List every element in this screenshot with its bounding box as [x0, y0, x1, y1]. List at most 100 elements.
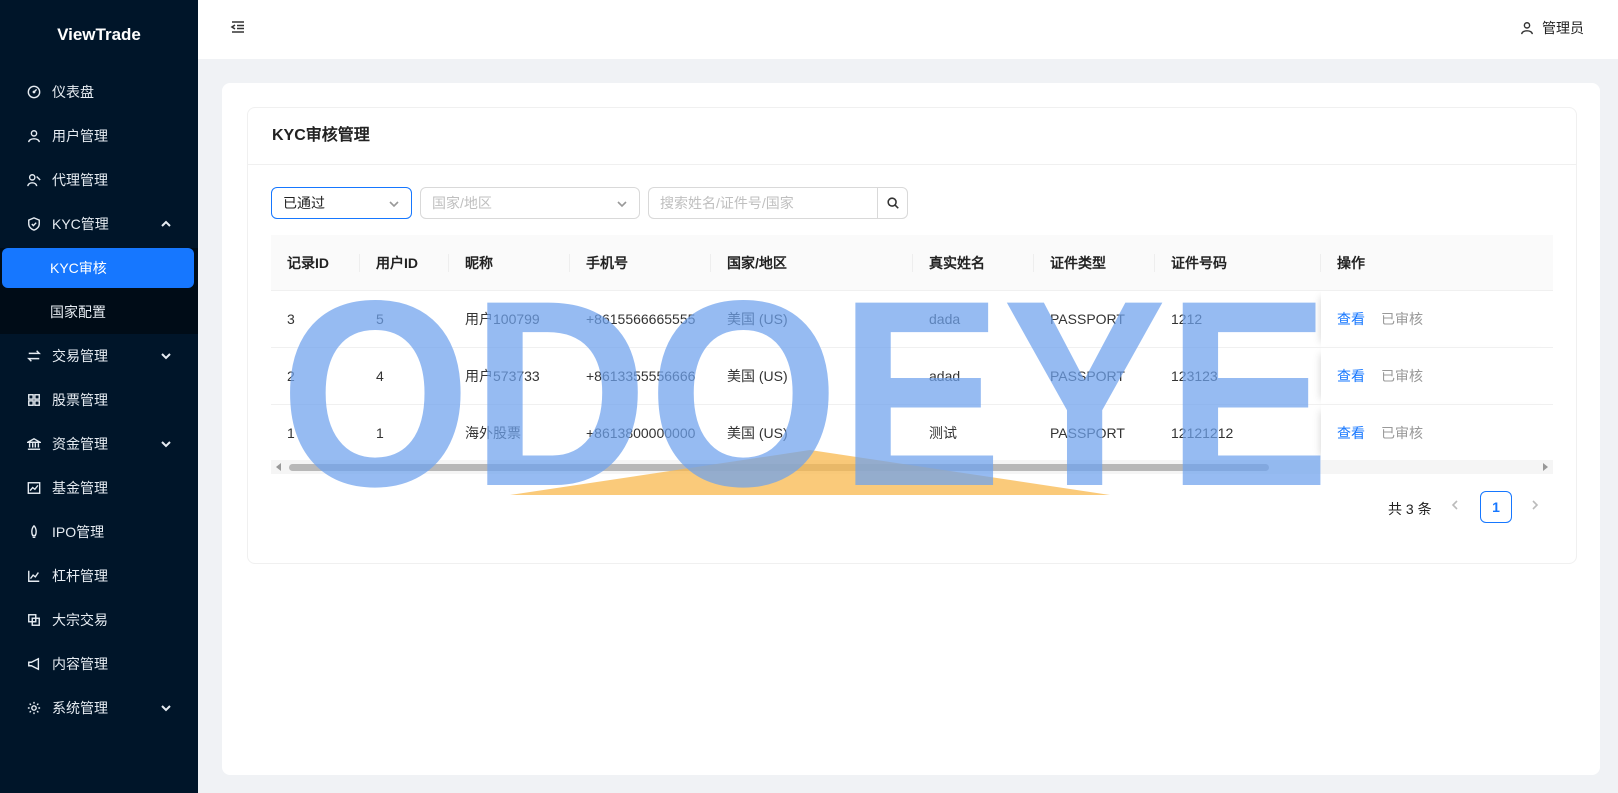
chevron-up-icon	[160, 217, 174, 231]
country-select-placeholder: 国家/地区	[432, 195, 492, 211]
sidebar-item-funds-capital[interactable]: 资金管理	[0, 422, 198, 466]
cell-doc-no: 1212	[1155, 290, 1321, 348]
table-row: 2 4 用户573733 +8613355556666 美国 (US) adad…	[271, 347, 1553, 405]
cell-record-id: 3	[271, 290, 360, 348]
column-header: 真实姓名	[913, 235, 1034, 291]
cell-doc-type: PASSPORT	[1034, 404, 1155, 462]
user-name: 管理员	[1542, 20, 1584, 36]
cell-country: 美国 (US)	[711, 404, 913, 462]
table-row: 3 5 用户100799 +8615566665555 美国 (US) dada…	[271, 290, 1553, 348]
column-header: 用户ID	[360, 235, 449, 291]
sidebar-item-label: 股票管理	[52, 392, 108, 408]
cell-nickname: 海外股票	[449, 404, 570, 462]
column-header: 国家/地区	[711, 235, 913, 291]
sidebar-item-users[interactable]: 用户管理	[0, 114, 198, 158]
top-header: 管理员	[198, 0, 1618, 59]
cell-nickname: 用户100799	[449, 290, 570, 348]
page-title: KYC审核管理	[248, 108, 1576, 165]
search-icon	[886, 197, 899, 209]
search-button[interactable]	[877, 187, 908, 219]
grid-icon	[26, 392, 42, 408]
scroll-left-arrow-icon[interactable]	[276, 463, 281, 471]
pagination-page[interactable]: 1	[1480, 491, 1512, 523]
cell-doc-type: PASSPORT	[1034, 347, 1155, 405]
column-header: 证件类型	[1034, 235, 1155, 291]
country-select[interactable]: 国家/地区	[420, 187, 640, 219]
sidebar-item-country-config[interactable]: 国家配置	[0, 290, 198, 334]
sidebar-item-label: 代理管理	[52, 172, 108, 188]
table-row: 1 1 海外股票 +8613800000000 美国 (US) 测试 PASSP…	[271, 404, 1553, 462]
line-chart-icon	[26, 568, 42, 584]
menu-fold-icon[interactable]	[230, 19, 248, 37]
sidebar-menu-rest: 交易管理 股票管理 资金管理 基金管理 IPO管理 杠杆管理 大宗交易 内容管理…	[0, 334, 198, 730]
sidebar-item-label: 系统管理	[52, 700, 108, 716]
cell-real-name: dada	[913, 290, 1034, 348]
sidebar-item-agents[interactable]: 代理管理	[0, 158, 198, 202]
sidebar-item-stocks[interactable]: 股票管理	[0, 378, 198, 422]
sidebar-item-leverage[interactable]: 杠杆管理	[0, 554, 198, 598]
chevron-down-icon	[616, 197, 628, 209]
table-horizontal-scrollbar[interactable]	[271, 460, 1553, 474]
sidebar-item-trading[interactable]: 交易管理	[0, 334, 198, 378]
chevron-down-icon	[160, 701, 174, 715]
sidebar-item-kyc[interactable]: KYC管理	[0, 202, 198, 246]
sidebar-item-kyc-review[interactable]: KYC审核	[2, 248, 194, 288]
user-menu[interactable]: 管理员	[1520, 18, 1584, 38]
sidebar-item-label: 内容管理	[52, 656, 108, 672]
user-icon	[1521, 22, 1533, 35]
sidebar: ViewTrade 仪表盘 用户管理 代理管理 KYC管理 KYC审核 国家配置…	[0, 0, 198, 793]
scrollbar-thumb[interactable]	[289, 464, 1269, 471]
sidebar-item-label: 资金管理	[52, 436, 108, 452]
sidebar-item-fund[interactable]: 基金管理	[0, 466, 198, 510]
sidebar-item-label: 仪表盘	[52, 84, 94, 100]
sidebar-item-label: 大宗交易	[52, 612, 108, 628]
sidebar-item-dashboard[interactable]: 仪表盘	[0, 70, 198, 114]
bank-icon	[26, 436, 42, 452]
shield-check-icon	[26, 216, 42, 232]
status-select-value: 已通过	[283, 195, 325, 211]
sidebar-item-ipo[interactable]: IPO管理	[0, 510, 198, 554]
rocket-icon	[26, 524, 42, 540]
swap-icon	[26, 348, 42, 364]
status-select[interactable]: 已通过	[271, 187, 412, 219]
cell-actions: 查看 已审核	[1321, 347, 1553, 405]
column-header: 操作	[1321, 235, 1553, 291]
sidebar-item-label: 杠杆管理	[52, 568, 108, 584]
cell-doc-type: PASSPORT	[1034, 290, 1155, 348]
sidebar-item-label: 用户管理	[52, 128, 108, 144]
app-logo: ViewTrade	[57, 25, 141, 44]
cell-user-id: 4	[360, 347, 449, 405]
table-header-row: 记录ID 用户ID 昵称 手机号 国家/地区 真实姓名 证件类型 证件号码 操作	[271, 235, 1553, 291]
sidebar-item-system[interactable]: 系统管理	[0, 686, 198, 730]
cell-phone: +8615566665555	[570, 290, 711, 348]
agent-icon	[26, 172, 42, 188]
status-reviewed: 已审核	[1381, 311, 1423, 327]
view-link[interactable]: 查看	[1337, 368, 1365, 384]
view-link[interactable]: 查看	[1337, 311, 1365, 327]
view-link[interactable]: 查看	[1337, 425, 1365, 441]
scroll-right-arrow-icon[interactable]	[1543, 463, 1548, 471]
search-input[interactable]	[648, 187, 877, 219]
cell-record-id: 2	[271, 347, 360, 405]
sidebar-item-label: IPO管理	[52, 524, 105, 540]
column-header: 证件号码	[1155, 235, 1321, 291]
column-header: 手机号	[570, 235, 711, 291]
block-icon	[26, 612, 42, 628]
cell-country: 美国 (US)	[711, 347, 913, 405]
cell-nickname: 用户573733	[449, 347, 570, 405]
cell-real-name: 测试	[913, 404, 1034, 462]
pagination-total: 共 3 条	[1388, 501, 1432, 517]
megaphone-icon	[26, 656, 42, 672]
pagination-prev-icon[interactable]	[1449, 498, 1465, 514]
chevron-down-icon	[388, 197, 400, 209]
cell-real-name: adad	[913, 347, 1034, 405]
chevron-down-icon	[160, 437, 174, 451]
sidebar-item-label: 交易管理	[52, 348, 108, 364]
sidebar-item-block-trade[interactable]: 大宗交易	[0, 598, 198, 642]
sidebar-item-content[interactable]: 内容管理	[0, 642, 198, 686]
pagination-next-icon[interactable]	[1529, 498, 1545, 514]
column-header: 昵称	[449, 235, 570, 291]
cell-user-id: 1	[360, 404, 449, 462]
cell-phone: +8613800000000	[570, 404, 711, 462]
cell-actions: 查看 已审核	[1321, 290, 1553, 348]
